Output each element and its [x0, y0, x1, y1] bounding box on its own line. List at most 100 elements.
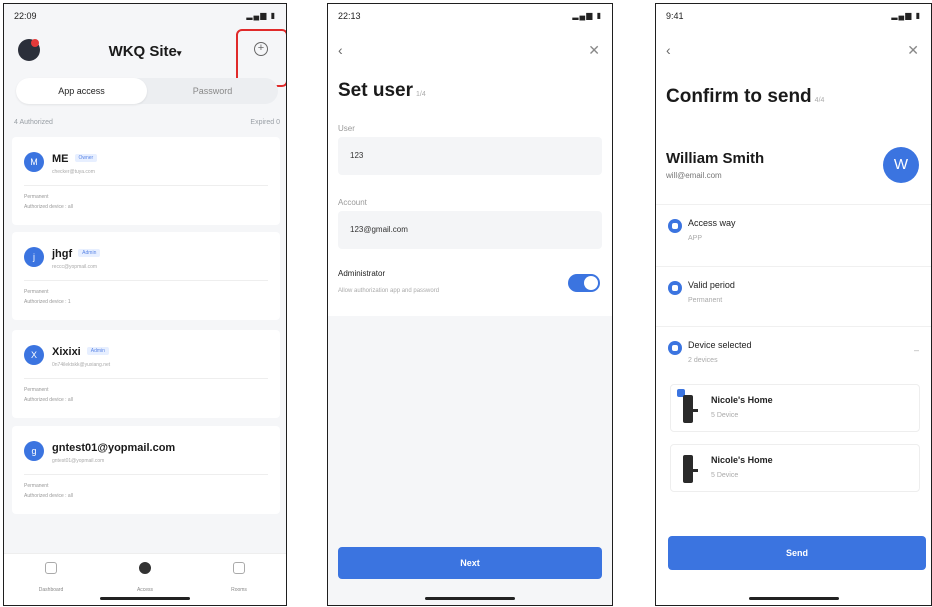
role-badge: Owner — [74, 153, 98, 162]
divider — [24, 280, 268, 281]
user-card[interactable]: g gntest01@yopmail.com gntest01@yopmail.… — [12, 426, 280, 514]
user-name: jhgf — [52, 248, 73, 260]
counts-row: 4 Authorized Expired 0 — [14, 119, 280, 126]
home-indicator — [100, 597, 190, 600]
tab-label: Rooms — [231, 587, 247, 593]
confirm-send-screen: 9:41 ▂▄▆ ▮ ‹ ✕ Confirm to send 4/4 Willia… — [655, 3, 932, 606]
access-way-section: Access way APP — [656, 204, 931, 262]
user-email: 0n74ilektskk@yuxiang.net — [52, 362, 111, 368]
avatar: j — [24, 247, 44, 267]
user-name: ME — [52, 153, 69, 165]
tab-rooms[interactable]: Rooms — [192, 554, 286, 605]
access-tabs: App access Password — [16, 78, 278, 104]
chevron-left-icon[interactable]: ‹ — [666, 42, 671, 58]
expired-count: Expired 0 — [250, 119, 280, 126]
user-field[interactable]: 123 — [338, 137, 602, 175]
user-devices: Authorized device : all — [24, 397, 73, 403]
user-name: gntest01@yopmail.com — [52, 442, 176, 454]
page-title: Set user 1/4 — [338, 80, 426, 102]
tab-label: Access — [136, 587, 154, 593]
collapse-icon[interactable]: – — [914, 345, 919, 355]
step-indicator: 4/4 — [814, 97, 825, 104]
tab-password[interactable]: Password — [147, 78, 278, 104]
admin-description: Allow authorization app and password — [338, 288, 440, 294]
status-bar: 9:41 ▂▄▆ ▮ — [666, 11, 921, 23]
send-button[interactable]: Send — [668, 536, 926, 570]
status-time: 22:13 — [338, 11, 361, 21]
valid-period-section: Valid period Permanent — [656, 266, 931, 324]
home-indicator — [748, 597, 839, 600]
device-item[interactable]: Nicole's Home 5 Device — [670, 384, 920, 432]
user-card[interactable]: j jhgf Admin reccc@yopmail.com Permanent … — [12, 232, 280, 320]
site-title: WKQ Site — [108, 43, 177, 60]
user-card[interactable]: X Xixixi Admin 0n74ilektskk@yuxiang.net P… — [12, 330, 280, 418]
avatar: M — [24, 152, 44, 172]
chevron-down-icon: ▾ — [176, 48, 182, 58]
clock-icon — [668, 281, 682, 295]
chevron-left-icon[interactable]: ‹ — [338, 42, 343, 58]
role-badge: Admin — [78, 248, 101, 257]
user-name: Xixixi — [52, 346, 81, 358]
user-devices: Authorized device : all — [24, 493, 73, 499]
divider — [24, 185, 268, 186]
device-item[interactable]: Nicole's Home 5 Device — [670, 444, 920, 492]
device-count: 5 Device — [711, 412, 739, 419]
account-field[interactable]: 123@gmail.com — [338, 211, 602, 249]
page-title: Confirm to send 4/4 — [666, 86, 824, 108]
device-selected-value: 2 devices — [688, 357, 718, 364]
tab-dashboard[interactable]: Dashboard — [4, 554, 98, 605]
user-validity: Permanent — [24, 387, 49, 393]
home-indicator — [425, 597, 515, 600]
recipient-info: William Smith will@email.com — [666, 150, 764, 180]
access-icon — [139, 562, 151, 574]
rooms-icon — [233, 562, 245, 574]
divider — [24, 474, 268, 475]
device-home-name: Nicole's Home — [711, 455, 773, 465]
status-bar: 22:13 ▂▄▆ ▮ — [338, 11, 602, 23]
key-icon — [668, 219, 682, 233]
recipient-email: will@email.com — [666, 171, 722, 180]
tab-app-access[interactable]: App access — [16, 78, 147, 104]
tab-label: Dashboard — [38, 587, 64, 593]
user-email: reccc@yopmail.com — [52, 264, 98, 270]
page-title-text: Set user — [338, 80, 413, 101]
device-home-name: Nicole's Home — [711, 395, 773, 405]
device-selected-title: Device selected — [688, 340, 752, 350]
admin-toggle[interactable] — [568, 274, 600, 292]
access-way-title: Access way — [688, 218, 736, 228]
user-email: checker@tuya.com — [52, 169, 95, 175]
recipient-name: William Smith — [666, 150, 765, 167]
user-devices: Authorized device : all — [24, 204, 73, 210]
valid-period-title: Valid period — [688, 280, 735, 290]
close-icon[interactable]: ✕ — [907, 42, 919, 59]
avatar: g — [24, 441, 44, 461]
signal-battery-icon: ▂▄▆ ▮ — [891, 11, 921, 20]
valid-period-value: Permanent — [688, 297, 723, 304]
access-way-value: APP — [688, 235, 703, 242]
device-count: 5 Device — [711, 472, 739, 479]
page-title-text: Confirm to send — [666, 86, 812, 107]
user-card[interactable]: M ME Owner checker@tuya.com Permanent Aut… — [12, 137, 280, 225]
status-bar: 22:09 ▂▄▆ ▮ — [14, 11, 276, 23]
divider — [24, 378, 268, 379]
status-time: 9:41 — [666, 11, 684, 21]
door-lock-icon — [683, 395, 698, 423]
door-lock-icon — [683, 455, 698, 483]
user-validity: Permanent — [24, 289, 49, 295]
device-selected-section[interactable]: Device selected 2 devices – — [656, 326, 931, 384]
step-indicator: 1/4 — [415, 91, 426, 98]
status-time: 22:09 — [14, 11, 37, 21]
account-label: Account — [338, 198, 367, 207]
next-button[interactable]: Next — [338, 547, 602, 579]
set-user-screen: 22:13 ▂▄▆ ▮ ‹ ✕ Set user 1/4 User 123 Acc… — [327, 3, 613, 606]
signal-battery-icon: ▂▄▆ ▮ — [572, 11, 602, 20]
role-badge: Admin — [86, 346, 109, 355]
avatar: W — [883, 147, 919, 183]
signal-battery-icon: ▂▄▆ ▮ — [246, 11, 276, 20]
avatar: X — [24, 345, 44, 365]
close-icon[interactable]: ✕ — [588, 42, 600, 59]
dashboard-icon — [45, 562, 57, 574]
device-icon — [668, 341, 682, 355]
access-list-screen: 22:09 ▂▄▆ ▮ WKQ Site▾ + App access Passw… — [3, 3, 287, 606]
user-label: User — [338, 124, 355, 133]
